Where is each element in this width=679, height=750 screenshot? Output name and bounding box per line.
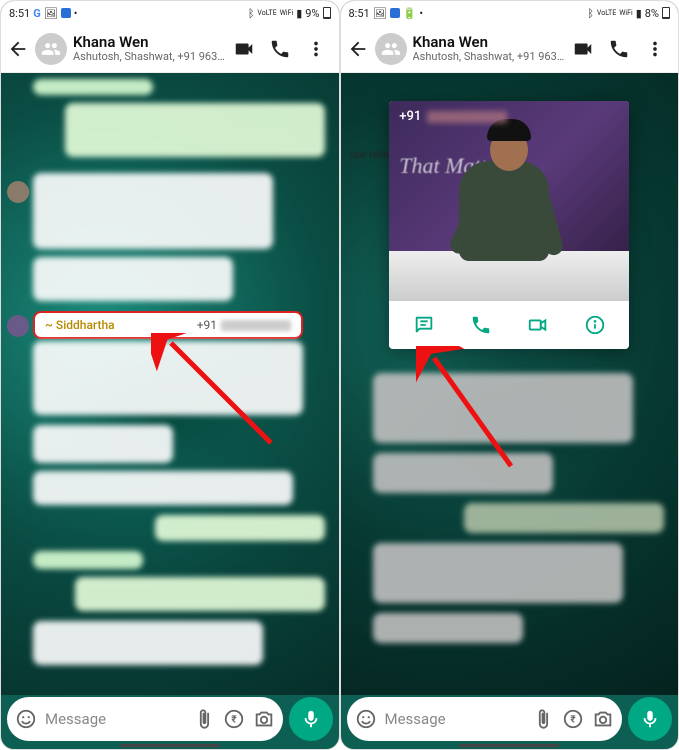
video-call-icon[interactable]: [233, 38, 255, 60]
back-icon[interactable]: [7, 38, 29, 60]
input-bar: Message ₹: [7, 697, 333, 741]
attach-icon[interactable]: [532, 708, 554, 730]
more-vert-icon[interactable]: [305, 38, 327, 60]
message-bubble: [33, 173, 273, 249]
contact-preview-popup: That Matters +91: [389, 101, 629, 349]
more-vert-icon[interactable]: [644, 38, 666, 60]
home-indicator[interactable]: [459, 744, 559, 747]
message-bubble: [33, 621, 263, 665]
chat-title: Khana Wen: [73, 34, 227, 51]
battery-text: 9%: [305, 7, 319, 20]
info-icon[interactable]: [581, 311, 609, 339]
phone-left: 8:51 G 🖼 • ᛒ VoLTE WiFi ▮ 9% Khana Wen A…: [0, 0, 340, 750]
date-chip: [33, 551, 143, 569]
sender-avatar: [7, 315, 29, 337]
app-bar: Khana Wen Ashutosh, Shashwat, +91 96354 …: [1, 25, 339, 73]
battery-icon: [662, 7, 670, 19]
highlighted-sender-header[interactable]: ~ Siddhartha +91: [33, 311, 303, 339]
status-bar: 8:51 G 🖼 • ᛒ VoLTE WiFi ▮ 9%: [1, 1, 339, 25]
volte-icon: VoLTE: [257, 10, 276, 17]
battery-icon: [323, 7, 331, 19]
rupee-icon[interactable]: ₹: [562, 708, 584, 730]
chat-title-block[interactable]: Khana Wen Ashutosh, Shashwat, +91 96354 …: [73, 34, 227, 63]
chat-title-block[interactable]: Khana Wen Ashutosh, Shashwat, +91 96354 …: [413, 34, 567, 63]
sender-name: ~ Siddhartha: [45, 318, 115, 332]
message-bubble: [155, 515, 325, 541]
status-bar: 8:51 🖼 🔋 • ᛒ VoLTE WiFi ▮ 8%: [341, 1, 679, 25]
contact-photo[interactable]: That Matters +91: [389, 101, 629, 301]
voice-call-icon[interactable]: [608, 38, 630, 60]
popup-action-bar: [389, 301, 629, 349]
voice-call-icon[interactable]: [467, 311, 495, 339]
message-bubble: [65, 103, 325, 157]
message-bubble: [33, 341, 303, 415]
message-bubble: [33, 257, 233, 301]
input-bar: Message ₹: [347, 697, 673, 741]
mic-button[interactable]: [289, 697, 333, 741]
volte-icon: VoLTE: [597, 10, 616, 17]
chat-title: Khana Wen: [413, 34, 567, 51]
message-placeholder: Message: [45, 710, 185, 728]
photos-icon: 🖼: [44, 7, 58, 20]
chat-icon[interactable]: [410, 311, 438, 339]
chat-subtitle: Ashutosh, Shashwat, +91 96354 3...: [73, 51, 227, 63]
wifi-icon: WiFi: [280, 10, 293, 17]
battery-small-icon: 🔋: [403, 7, 417, 20]
back-icon[interactable]: [347, 38, 369, 60]
mic-button[interactable]: [628, 697, 672, 741]
app-icon: [390, 8, 400, 18]
sender-avatar: [7, 181, 29, 203]
rupee-icon[interactable]: ₹: [223, 708, 245, 730]
home-indicator[interactable]: [120, 744, 220, 747]
message-bubble: [33, 471, 293, 505]
more-icon: •: [419, 7, 423, 20]
more-icon: •: [74, 7, 78, 20]
contact-phone-label: +91: [399, 109, 507, 124]
message-input-pill[interactable]: Message ₹: [347, 697, 623, 741]
phone-right: 8:51 🖼 🔋 • ᛒ VoLTE WiFi ▮ 8% Khana Wen A…: [340, 0, 679, 750]
emoji-icon[interactable]: [15, 708, 37, 730]
message-placeholder: Message: [385, 710, 525, 728]
svg-text:₹: ₹: [231, 715, 237, 726]
wifi-icon: WiFi: [619, 10, 632, 17]
camera-icon[interactable]: [592, 708, 614, 730]
bluetooth-icon: ᛒ: [587, 7, 594, 20]
app-icon: [61, 8, 71, 18]
clock: 8:51: [349, 7, 370, 20]
camera-icon[interactable]: [253, 708, 275, 730]
group-avatar[interactable]: [35, 33, 67, 65]
date-chip: [33, 79, 153, 95]
sender-phone: +91: [197, 318, 291, 332]
message-bubble: [75, 577, 325, 611]
battery-text: 8%: [645, 7, 659, 20]
google-icon: G: [33, 7, 41, 20]
app-bar: Khana Wen Ashutosh, Shashwat, +91 96354 …: [341, 25, 679, 73]
photos-icon: 🖼: [373, 7, 387, 20]
video-call-icon[interactable]: [524, 311, 552, 339]
message-bubble: [33, 425, 173, 463]
signal-icon: ▮: [636, 7, 642, 20]
message-input-pill[interactable]: Message ₹: [7, 697, 283, 741]
video-call-icon[interactable]: [572, 38, 594, 60]
voice-call-icon[interactable]: [269, 38, 291, 60]
emoji-icon[interactable]: [355, 708, 377, 730]
signal-icon: ▮: [296, 7, 302, 20]
chat-subtitle: Ashutosh, Shashwat, +91 96354 3...: [413, 51, 567, 63]
svg-text:₹: ₹: [570, 715, 576, 726]
attach-icon[interactable]: [193, 708, 215, 730]
bluetooth-icon: ᛒ: [248, 7, 255, 20]
clock: 8:51: [9, 7, 30, 20]
group-avatar[interactable]: [375, 33, 407, 65]
chat-area[interactable]: ~ Siddhartha +91: [1, 73, 339, 695]
